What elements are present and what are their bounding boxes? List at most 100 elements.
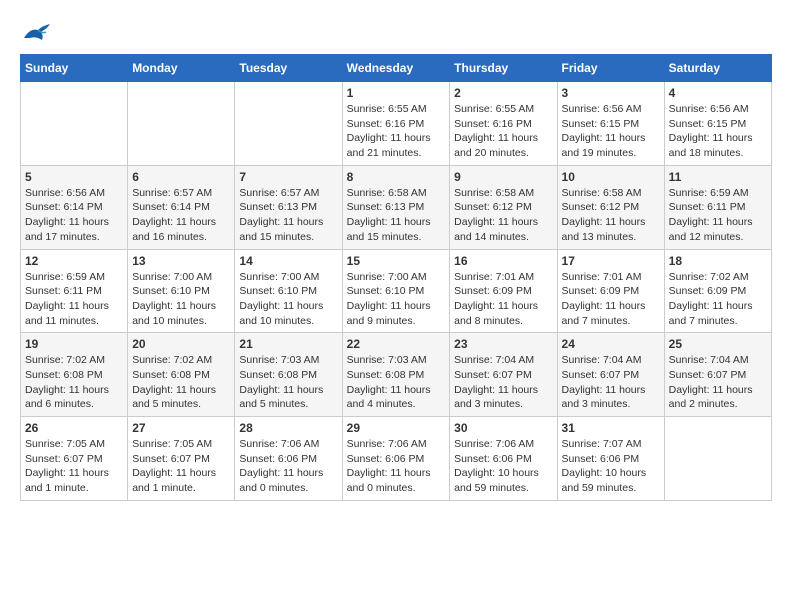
calendar-cell: 23 Sunrise: 7:04 AM Sunset: 6:07 PM Dayli… <box>450 333 557 417</box>
calendar-cell: 25Sunrise: 7:04 AM Sunset: 6:07 PM Dayli… <box>664 333 771 417</box>
day-number: 23 <box>454 337 552 351</box>
day-content: Sunrise: 7:00 AM Sunset: 6:10 PM Dayligh… <box>239 270 337 329</box>
calendar-cell: 8 Sunrise: 6:58 AM Sunset: 6:13 PM Daylig… <box>342 165 450 249</box>
calendar-header: SundayMondayTuesdayWednesdayThursdayFrid… <box>21 55 772 82</box>
calendar-body: 1 Sunrise: 6:55 AM Sunset: 6:16 PM Daylig… <box>21 82 772 501</box>
calendar-cell: 30Sunrise: 7:06 AM Sunset: 6:06 PM Dayli… <box>450 417 557 501</box>
day-number: 4 <box>669 86 767 100</box>
day-content: Sunrise: 6:58 AM Sunset: 6:12 PM Dayligh… <box>562 186 660 245</box>
day-content: Sunrise: 7:02 AM Sunset: 6:08 PM Dayligh… <box>25 353 123 412</box>
calendar-cell: 7 Sunrise: 6:57 AM Sunset: 6:13 PM Daylig… <box>235 165 342 249</box>
day-content: Sunrise: 7:04 AM Sunset: 6:07 PM Dayligh… <box>562 353 660 412</box>
calendar-week-row: 12 Sunrise: 6:59 AM Sunset: 6:11 PM Dayli… <box>21 249 772 333</box>
weekday-header-sunday: Sunday <box>21 55 128 82</box>
day-content: Sunrise: 6:59 AM Sunset: 6:11 PM Dayligh… <box>25 270 123 329</box>
calendar-cell: 14Sunrise: 7:00 AM Sunset: 6:10 PM Dayli… <box>235 249 342 333</box>
logo <box>20 20 52 44</box>
day-number: 8 <box>347 170 446 184</box>
calendar-cell <box>664 417 771 501</box>
day-number: 21 <box>239 337 337 351</box>
day-number: 26 <box>25 421 123 435</box>
calendar-cell: 10Sunrise: 6:58 AM Sunset: 6:12 PM Dayli… <box>557 165 664 249</box>
day-content: Sunrise: 7:01 AM Sunset: 6:09 PM Dayligh… <box>454 270 552 329</box>
calendar-cell: 31 Sunrise: 7:07 AM Sunset: 6:06 PM Dayli… <box>557 417 664 501</box>
calendar-cell <box>21 82 128 166</box>
day-content: Sunrise: 7:01 AM Sunset: 6:09 PM Dayligh… <box>562 270 660 329</box>
day-content: Sunrise: 7:02 AM Sunset: 6:09 PM Dayligh… <box>669 270 767 329</box>
calendar-cell: 9 Sunrise: 6:58 AM Sunset: 6:12 PM Daylig… <box>450 165 557 249</box>
day-content: Sunrise: 7:06 AM Sunset: 6:06 PM Dayligh… <box>347 437 446 496</box>
day-number: 11 <box>669 170 767 184</box>
calendar-cell: 29 Sunrise: 7:06 AM Sunset: 6:06 PM Dayli… <box>342 417 450 501</box>
day-number: 2 <box>454 86 552 100</box>
day-content: Sunrise: 7:07 AM Sunset: 6:06 PM Dayligh… <box>562 437 660 496</box>
day-number: 9 <box>454 170 552 184</box>
day-content: Sunrise: 7:06 AM Sunset: 6:06 PM Dayligh… <box>454 437 552 496</box>
calendar-cell: 1 Sunrise: 6:55 AM Sunset: 6:16 PM Daylig… <box>342 82 450 166</box>
calendar-cell: 20 Sunrise: 7:02 AM Sunset: 6:08 PM Dayli… <box>128 333 235 417</box>
day-number: 1 <box>347 86 446 100</box>
calendar-cell: 2 Sunrise: 6:55 AM Sunset: 6:16 PM Daylig… <box>450 82 557 166</box>
page-header <box>20 20 772 44</box>
calendar-cell: 11 Sunrise: 6:59 AM Sunset: 6:11 PM Dayli… <box>664 165 771 249</box>
calendar-cell <box>128 82 235 166</box>
day-content: Sunrise: 6:57 AM Sunset: 6:13 PM Dayligh… <box>239 186 337 245</box>
day-number: 5 <box>25 170 123 184</box>
day-number: 7 <box>239 170 337 184</box>
day-content: Sunrise: 6:56 AM Sunset: 6:15 PM Dayligh… <box>562 102 660 161</box>
calendar-cell: 19Sunrise: 7:02 AM Sunset: 6:08 PM Dayli… <box>21 333 128 417</box>
day-number: 6 <box>132 170 230 184</box>
day-content: Sunrise: 6:56 AM Sunset: 6:14 PM Dayligh… <box>25 186 123 245</box>
calendar-cell: 26Sunrise: 7:05 AM Sunset: 6:07 PM Dayli… <box>21 417 128 501</box>
calendar-cell <box>235 82 342 166</box>
day-number: 29 <box>347 421 446 435</box>
day-number: 17 <box>562 254 660 268</box>
weekday-header-friday: Friday <box>557 55 664 82</box>
weekday-header-tuesday: Tuesday <box>235 55 342 82</box>
calendar-cell: 24Sunrise: 7:04 AM Sunset: 6:07 PM Dayli… <box>557 333 664 417</box>
calendar-cell: 22Sunrise: 7:03 AM Sunset: 6:08 PM Dayli… <box>342 333 450 417</box>
day-number: 28 <box>239 421 337 435</box>
day-content: Sunrise: 6:59 AM Sunset: 6:11 PM Dayligh… <box>669 186 767 245</box>
day-content: Sunrise: 6:55 AM Sunset: 6:16 PM Dayligh… <box>454 102 552 161</box>
calendar-cell: 28 Sunrise: 7:06 AM Sunset: 6:06 PM Dayli… <box>235 417 342 501</box>
calendar-cell: 15Sunrise: 7:00 AM Sunset: 6:10 PM Dayli… <box>342 249 450 333</box>
day-content: Sunrise: 6:56 AM Sunset: 6:15 PM Dayligh… <box>669 102 767 161</box>
calendar-week-row: 26Sunrise: 7:05 AM Sunset: 6:07 PM Dayli… <box>21 417 772 501</box>
calendar-cell: 13 Sunrise: 7:00 AM Sunset: 6:10 PM Dayli… <box>128 249 235 333</box>
calendar-table: SundayMondayTuesdayWednesdayThursdayFrid… <box>20 54 772 501</box>
day-content: Sunrise: 7:03 AM Sunset: 6:08 PM Dayligh… <box>347 353 446 412</box>
logo-bird-icon <box>22 20 52 44</box>
day-content: Sunrise: 7:04 AM Sunset: 6:07 PM Dayligh… <box>669 353 767 412</box>
weekday-header-monday: Monday <box>128 55 235 82</box>
day-number: 20 <box>132 337 230 351</box>
calendar-cell: 18 Sunrise: 7:02 AM Sunset: 6:09 PM Dayli… <box>664 249 771 333</box>
day-number: 16 <box>454 254 552 268</box>
calendar-week-row: 5 Sunrise: 6:56 AM Sunset: 6:14 PM Daylig… <box>21 165 772 249</box>
day-content: Sunrise: 6:55 AM Sunset: 6:16 PM Dayligh… <box>347 102 446 161</box>
day-number: 13 <box>132 254 230 268</box>
day-content: Sunrise: 6:57 AM Sunset: 6:14 PM Dayligh… <box>132 186 230 245</box>
day-content: Sunrise: 7:04 AM Sunset: 6:07 PM Dayligh… <box>454 353 552 412</box>
weekday-header-row: SundayMondayTuesdayWednesdayThursdayFrid… <box>21 55 772 82</box>
calendar-week-row: 19Sunrise: 7:02 AM Sunset: 6:08 PM Dayli… <box>21 333 772 417</box>
calendar-cell: 27Sunrise: 7:05 AM Sunset: 6:07 PM Dayli… <box>128 417 235 501</box>
calendar-cell: 4 Sunrise: 6:56 AM Sunset: 6:15 PM Daylig… <box>664 82 771 166</box>
day-number: 31 <box>562 421 660 435</box>
calendar-cell: 6 Sunrise: 6:57 AM Sunset: 6:14 PM Daylig… <box>128 165 235 249</box>
calendar-week-row: 1 Sunrise: 6:55 AM Sunset: 6:16 PM Daylig… <box>21 82 772 166</box>
day-number: 18 <box>669 254 767 268</box>
day-content: Sunrise: 6:58 AM Sunset: 6:12 PM Dayligh… <box>454 186 552 245</box>
calendar-cell: 5 Sunrise: 6:56 AM Sunset: 6:14 PM Daylig… <box>21 165 128 249</box>
calendar-cell: 12 Sunrise: 6:59 AM Sunset: 6:11 PM Dayli… <box>21 249 128 333</box>
day-content: Sunrise: 7:00 AM Sunset: 6:10 PM Dayligh… <box>347 270 446 329</box>
calendar-cell: 21 Sunrise: 7:03 AM Sunset: 6:08 PM Dayli… <box>235 333 342 417</box>
day-content: Sunrise: 7:00 AM Sunset: 6:10 PM Dayligh… <box>132 270 230 329</box>
day-number: 12 <box>25 254 123 268</box>
weekday-header-wednesday: Wednesday <box>342 55 450 82</box>
day-content: Sunrise: 7:02 AM Sunset: 6:08 PM Dayligh… <box>132 353 230 412</box>
calendar-cell: 17 Sunrise: 7:01 AM Sunset: 6:09 PM Dayli… <box>557 249 664 333</box>
day-content: Sunrise: 7:06 AM Sunset: 6:06 PM Dayligh… <box>239 437 337 496</box>
day-content: Sunrise: 7:03 AM Sunset: 6:08 PM Dayligh… <box>239 353 337 412</box>
day-content: Sunrise: 6:58 AM Sunset: 6:13 PM Dayligh… <box>347 186 446 245</box>
